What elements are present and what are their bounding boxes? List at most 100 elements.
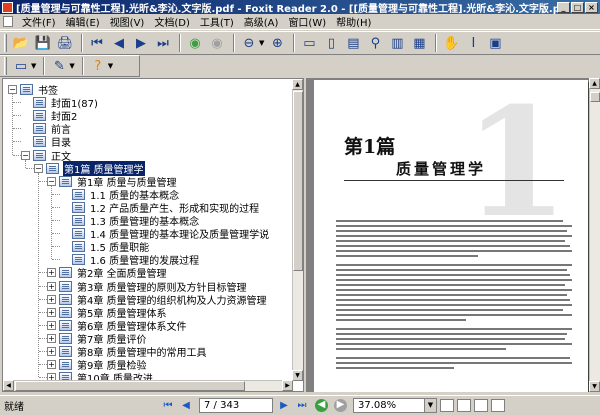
bookmarks-horizontal-scrollbar[interactable]: ◀ ▶ [3, 380, 293, 391]
bookmark-item[interactable]: + 第4章 质量管理的组织机构及人力资源管理 [47, 293, 268, 307]
bookmark-item[interactable]: 1.3 质量管理的基本概念 [60, 214, 200, 228]
chevron-down-icon[interactable]: ▼ [31, 62, 36, 70]
expand-icon[interactable]: + [47, 360, 56, 370]
bookmark-item[interactable]: + 第3章 质量管理的原则及方针目标管理 [47, 280, 248, 294]
bookmark-item[interactable]: + 第6章 质量管理体系文件 [47, 319, 188, 333]
next-page-icon[interactable]: ▶ [276, 398, 292, 414]
bookmark-item[interactable]: + 第2章 全面质量管理 [47, 266, 168, 280]
snapshot-icon[interactable]: ▣ [485, 33, 505, 53]
expand-icon[interactable]: + [47, 333, 56, 343]
facing-icon[interactable]: ▦ [409, 33, 429, 53]
forward-icon[interactable]: ◉ [207, 33, 227, 53]
bookmark-item[interactable]: + 第7章 质量评价 [47, 332, 148, 346]
continuous-layout-icon[interactable] [457, 399, 471, 412]
bookmark-item[interactable]: 封面1(87) [21, 96, 99, 110]
bookmark-item[interactable]: + 第5章 质量管理体系 [47, 306, 168, 320]
previous-page-icon[interactable]: ◀ [109, 33, 129, 53]
page-number-input[interactable] [199, 398, 273, 413]
print-icon[interactable]: 🖨 [55, 33, 75, 53]
bookmarks-vertical-scrollbar[interactable]: ▲ ▼ [292, 79, 303, 381]
menu-view[interactable]: 视图(V) [105, 14, 150, 29]
expand-icon[interactable]: + [47, 320, 56, 330]
fit-width-icon[interactable]: ▤ [343, 33, 363, 53]
menu-window[interactable]: 窗口(W) [283, 14, 331, 29]
bookmark-item[interactable]: 1.1 质量的基本概念 [60, 188, 180, 202]
scroll-down-button[interactable]: ▼ [292, 370, 303, 381]
collapse-icon[interactable]: − [47, 176, 56, 186]
bookmark-item[interactable]: 1.5 质量职能 [60, 240, 150, 254]
find-icon[interactable]: ⚲ [365, 33, 385, 53]
menu-tools[interactable]: 工具(T) [195, 14, 239, 29]
scroll-thumb[interactable] [15, 381, 245, 391]
folder-open-icon[interactable]: 📂 [11, 33, 31, 53]
single-page-layout-icon[interactable] [440, 399, 454, 412]
chevron-down-icon[interactable]: ▼ [69, 62, 74, 70]
bookmark-item[interactable]: − 书签 [8, 83, 59, 97]
scroll-up-button[interactable]: ▲ [292, 79, 303, 90]
actual-size-icon[interactable]: ▭ [299, 33, 319, 53]
last-page-icon[interactable]: ⏭ [153, 33, 173, 53]
bookmark-item[interactable]: 目录 [21, 135, 72, 149]
scroll-right-button[interactable]: ▶ [282, 380, 293, 391]
toolbar-grip[interactable] [4, 57, 7, 75]
expand-icon[interactable]: + [47, 281, 56, 291]
collapse-icon[interactable]: − [34, 163, 43, 173]
maximize-button[interactable]: □ [571, 1, 584, 13]
chevron-down-icon[interactable]: ▼ [108, 62, 113, 70]
bookmark-item[interactable]: 前言 [21, 122, 72, 136]
menu-file[interactable]: 文件(F) [17, 14, 61, 29]
first-page-icon[interactable]: ⏮ [160, 398, 176, 414]
toolbar-grip[interactable] [4, 34, 7, 52]
fit-page-icon[interactable]: ▯ [321, 33, 341, 53]
document-icon[interactable] [3, 16, 13, 27]
zoom-out-icon[interactable]: ⊖ [239, 33, 259, 53]
panel-toggle-icon[interactable]: ▭ [11, 56, 31, 76]
menu-advanced[interactable]: 高级(A) [239, 14, 284, 29]
bookmark-item[interactable]: 1.2 产品质量产生、形成和实现的过程 [60, 201, 260, 215]
select-text-icon[interactable]: Ⅰ [463, 33, 483, 53]
bookmark-item[interactable]: 1.4 质量管理的基本理论及质量管理学说 [60, 227, 270, 241]
next-page-icon[interactable]: ▶ [131, 33, 151, 53]
expand-icon[interactable]: + [47, 347, 56, 356]
expand-icon[interactable]: + [47, 307, 56, 317]
first-page-icon[interactable]: ⏮ [87, 33, 107, 53]
bookmark-item[interactable]: + 第8章 质量管理中的常用工具 [47, 345, 208, 359]
bookmark-item[interactable]: − 正文 [21, 149, 72, 163]
bookmark-item[interactable]: − 第1篇 质量管理学 [34, 160, 145, 176]
collapse-icon[interactable]: − [8, 85, 17, 94]
zoom-in-icon[interactable]: ⊕ [267, 33, 287, 53]
bookmark-item[interactable]: 1.6 质量管理的发展过程 [60, 253, 200, 267]
pdf-page[interactable]: 1 第1篇 质量管理学 [314, 80, 588, 392]
scroll-up-button[interactable]: ▲ [589, 78, 600, 89]
bookmark-item[interactable]: + 第9章 质量检验 [47, 358, 148, 372]
previous-page-icon[interactable]: ◀ [178, 398, 194, 414]
scroll-thumb[interactable] [293, 91, 303, 271]
facing-layout-icon[interactable] [474, 399, 488, 412]
scroll-down-button[interactable]: ▼ [589, 381, 600, 392]
chevron-down-icon[interactable]: ▼ [259, 39, 264, 47]
scroll-left-button[interactable]: ◀ [3, 380, 14, 391]
document-vertical-scrollbar[interactable]: ▲ ▼ [589, 78, 600, 392]
help-icon[interactable]: ? [88, 56, 108, 76]
foxit-app-icon[interactable] [2, 1, 13, 13]
annotation-icon[interactable]: ✎ [49, 56, 69, 76]
last-page-icon[interactable]: ⏭ [294, 398, 310, 414]
close-button[interactable]: × [585, 1, 598, 13]
title-bar[interactable]: [质量管理与可靠性工程].光昕&李沁.文字版.pdf - Foxit Reade… [0, 0, 600, 15]
chevron-down-icon[interactable]: ▼ [425, 398, 437, 413]
scroll-thumb[interactable] [590, 92, 600, 102]
continuous-icon[interactable]: ▥ [387, 33, 407, 53]
zoom-input[interactable]: 37.08% [353, 398, 425, 413]
menu-document[interactable]: 文档(D) [149, 14, 195, 29]
forward-icon[interactable]: ▶ [334, 399, 347, 412]
menu-edit[interactable]: 编辑(E) [61, 14, 105, 29]
expand-icon[interactable]: + [47, 294, 56, 304]
back-icon[interactable]: ◉ [185, 33, 205, 53]
document-view[interactable]: 1 第1篇 质量管理学 ▲ ▼ [306, 78, 600, 392]
bookmark-item[interactable]: − 第1章 质量与质量管理 [47, 175, 178, 189]
menu-help[interactable]: 帮助(H) [331, 14, 376, 29]
expand-icon[interactable]: + [47, 268, 56, 278]
back-icon[interactable]: ◀ [315, 399, 328, 412]
minimize-button[interactable]: _ [557, 1, 570, 13]
continuous-facing-layout-icon[interactable] [491, 399, 505, 412]
